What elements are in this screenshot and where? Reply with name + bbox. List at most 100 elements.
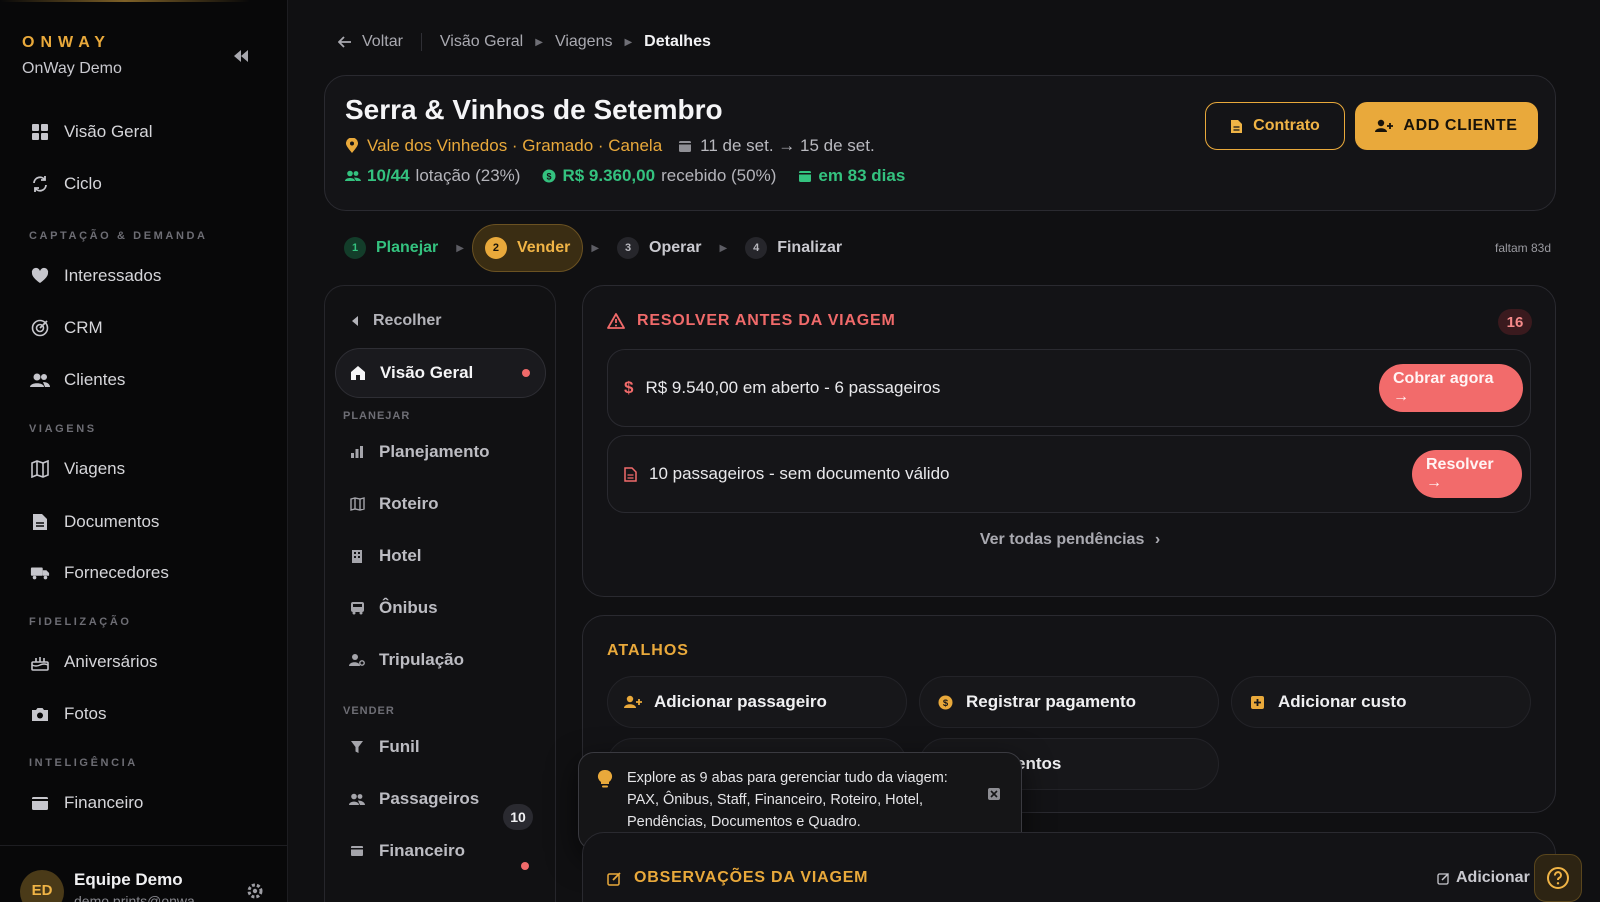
user-profile[interactable]: ED Equipe Demo demo.prints@onwa — [20, 856, 280, 902]
notes-title-text: OBSERVAÇÕES DA VIAGEM — [634, 869, 869, 886]
calendar-icon — [678, 139, 692, 153]
heart-icon — [30, 266, 50, 286]
cake-icon — [30, 652, 50, 672]
collapse-subnav-button[interactable]: Recolher — [351, 312, 441, 330]
collapse-sidebar-icon[interactable] — [230, 46, 252, 66]
shortcut-label: Registrar pagamento — [966, 692, 1137, 711]
shortcut-label: Adicionar custo — [1278, 692, 1407, 711]
sidebar-item-aniversarios[interactable]: Aniversários — [30, 645, 158, 679]
subnav-section-planejar: PLANEJAR — [343, 410, 411, 422]
calendar-icon — [798, 169, 812, 183]
passengers-count-badge: 10 — [503, 804, 533, 830]
trip-location-text: Vale dos Vinhedos · Gramado · Canela — [367, 136, 663, 155]
breadcrumb-visao-geral[interactable]: Visão Geral — [440, 33, 523, 51]
add-passenger-shortcut[interactable]: Adicionar passageiro — [607, 676, 907, 728]
subnav-item-roteiro[interactable]: Roteiro — [349, 489, 439, 519]
sidebar-item-fornecedores[interactable]: Fornecedores — [30, 556, 169, 590]
refresh-icon — [30, 174, 50, 194]
subnav-item-label: Ônibus — [379, 598, 438, 617]
days-remaining: faltam 83d — [1495, 241, 1552, 255]
register-payment-shortcut[interactable]: $ Registrar pagamento — [919, 676, 1219, 728]
resolve-panel: RESOLVER ANTES DA VIAGEM 16 $ R$ 9.540,0… — [582, 285, 1556, 597]
subnav-item-hotel[interactable]: Hotel — [349, 541, 422, 571]
dollar-icon: $ — [624, 378, 634, 397]
sidebar-item-viagens[interactable]: Viagens — [30, 452, 125, 486]
sidebar-item-crm[interactable]: CRM — [30, 311, 103, 345]
countdown-value: em 83 dias — [818, 166, 906, 185]
users-icon — [349, 791, 365, 807]
map-icon — [30, 459, 50, 479]
subnav-item-tripulacao[interactable]: Tripulação — [349, 645, 464, 675]
step-planejar[interactable]: 1 Planejar — [334, 224, 448, 272]
sidebar-item-label: Visão Geral — [64, 122, 153, 141]
brand: ONWAY OnWay Demo — [22, 34, 122, 78]
step-vender[interactable]: 2 Vender — [471, 224, 584, 272]
add-note-button[interactable]: Adicionar — [1437, 869, 1530, 887]
add-cost-shortcut[interactable]: Adicionar custo — [1231, 676, 1531, 728]
sidebar-item-documentos[interactable]: Documentos — [30, 505, 159, 539]
back-button[interactable]: Voltar — [338, 33, 403, 51]
breadcrumb-viagens[interactable]: Viagens — [555, 33, 613, 51]
section-viagens: VIAGENS — [29, 423, 97, 435]
resolve-title-text: RESOLVER ANTES DA VIAGEM — [637, 312, 896, 329]
issue-text: 10 passageiros - sem documento válido — [649, 464, 950, 483]
wallet-icon — [349, 843, 365, 859]
subnav-item-label: Funil — [379, 737, 420, 756]
resolve-button[interactable]: Resolver → — [1412, 450, 1522, 498]
sidebar-item-visao-geral[interactable]: Visão Geral — [30, 115, 153, 149]
map-icon — [349, 496, 365, 512]
step-operar[interactable]: 3 Operar — [607, 224, 711, 272]
close-icon[interactable] — [987, 787, 1001, 801]
sidebar-item-interessados[interactable]: Interessados — [30, 259, 161, 293]
charge-now-button[interactable]: Cobrar agora → — [1379, 364, 1523, 412]
subnav-item-visao-geral[interactable]: Visão Geral — [335, 348, 546, 398]
step-number: 3 — [617, 237, 640, 259]
subnav-item-planejamento[interactable]: Planejamento — [349, 437, 490, 467]
sidebar-item-fotos[interactable]: Fotos — [30, 697, 107, 731]
see-all-label: Ver todas pendências — [979, 531, 1145, 548]
subnav-item-passageiros[interactable]: Passageiros — [349, 784, 479, 814]
received-label: recebido (50%) — [661, 166, 777, 185]
subnav-item-onibus[interactable]: Ônibus — [349, 593, 438, 623]
stepper: 1 Planejar ▶ 2 Vender ▶ 3 Operar ▶ 4 Fin… — [334, 223, 852, 273]
stat-received: $ R$ 9.360,00 recebido (50%) — [542, 166, 776, 186]
sidebar-item-label: Clientes — [64, 370, 126, 389]
received-value: R$ 9.360,00 — [562, 166, 656, 185]
breadcrumb-separator — [420, 33, 422, 51]
shortcut-label: entos — [1016, 754, 1062, 773]
contract-label: Contrato — [1253, 117, 1320, 134]
sidebar-item-financeiro[interactable]: Financeiro — [30, 786, 143, 820]
contract-button[interactable]: Contrato — [1205, 102, 1345, 150]
shortcuts-title: ATALHOS — [607, 642, 689, 659]
help-button[interactable] — [1534, 854, 1582, 902]
subnav-item-label: Visão Geral — [380, 363, 474, 382]
shortcut-label: Adicionar passageiro — [654, 692, 827, 711]
sidebar-item-clientes[interactable]: Clientes — [30, 363, 125, 397]
document-icon — [624, 466, 637, 482]
subnav-section-vender: VENDER — [343, 705, 395, 717]
add-client-button[interactable]: ADD CLIENTE — [1355, 102, 1538, 150]
sidebar-item-label: Ciclo — [64, 174, 102, 193]
see-all-pending-link[interactable]: Ver todas pendências › — [583, 531, 1557, 549]
section-inteligencia: INTELIGÊNCIA — [29, 757, 138, 769]
step-finalizar[interactable]: 4 Finalizar — [735, 224, 852, 272]
subnav-item-financeiro[interactable]: Financeiro — [349, 836, 465, 866]
gear-icon[interactable] — [246, 882, 264, 900]
subnav-item-funil[interactable]: Funil — [349, 732, 420, 762]
users-icon — [345, 170, 361, 182]
page-title: Serra & Vinhos de Setembro — [345, 94, 723, 125]
map-pin-icon — [345, 138, 359, 154]
sidebar-item-label: Aniversários — [64, 652, 158, 671]
workspace-name: OnWay Demo — [22, 60, 122, 77]
filter-icon — [349, 739, 365, 755]
issue-text-row: $ R$ 9.540,00 em aberto - 6 passageiros — [624, 350, 940, 426]
sidebar-item-ciclo[interactable]: Ciclo — [30, 167, 102, 201]
trip-subnav: Recolher Visão Geral PLANEJAR Planejamen… — [324, 285, 556, 902]
user-name: Equipe Demo — [74, 870, 183, 889]
pending-count-badge: 16 — [1498, 309, 1532, 335]
issue-open-payments: $ R$ 9.540,00 em aberto - 6 passageiros … — [607, 349, 1531, 427]
resolve-title: RESOLVER ANTES DA VIAGEM — [607, 312, 896, 330]
chevron-right-icon: ▶ — [456, 242, 464, 254]
occupancy-value: 10/44 — [367, 166, 410, 185]
back-label: Voltar — [362, 33, 403, 50]
